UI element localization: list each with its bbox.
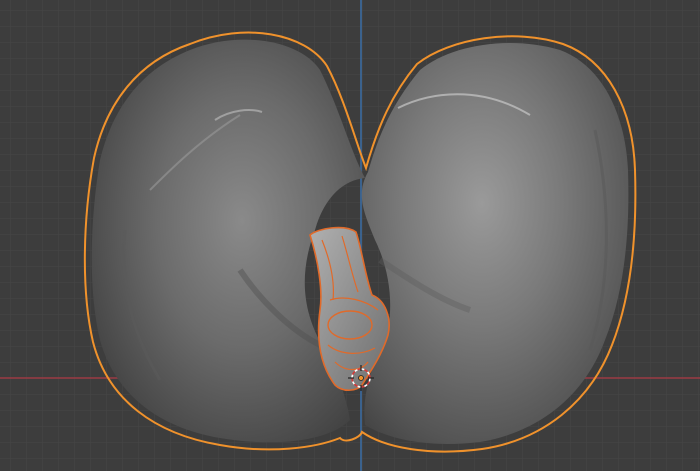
3d-viewport[interactable] [0, 0, 700, 471]
object-origin-icon [358, 375, 364, 381]
viewport-canvas[interactable] [0, 0, 700, 471]
